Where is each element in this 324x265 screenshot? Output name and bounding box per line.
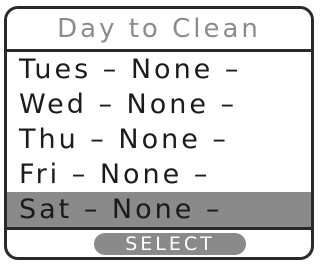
list-item-wed[interactable]: Wed – None – <box>7 87 311 122</box>
menu-frame: Day to Clean Tues – None – Wed – None – … <box>4 6 314 260</box>
footer-divider <box>7 227 311 230</box>
list-item-sat[interactable]: Sat – None – <box>7 192 311 227</box>
menu-title: Day to Clean <box>7 9 311 49</box>
day-list: Tues – None – Wed – None – Thu – None – … <box>7 52 311 227</box>
list-item-tues[interactable]: Tues – None – <box>7 52 311 87</box>
select-button[interactable]: SELECT <box>94 233 246 255</box>
lcd-screen: Day to Clean Tues – None – Wed – None – … <box>0 0 324 265</box>
list-item-fri[interactable]: Fri – None – <box>7 157 311 192</box>
list-item-thu[interactable]: Thu – None – <box>7 122 311 157</box>
